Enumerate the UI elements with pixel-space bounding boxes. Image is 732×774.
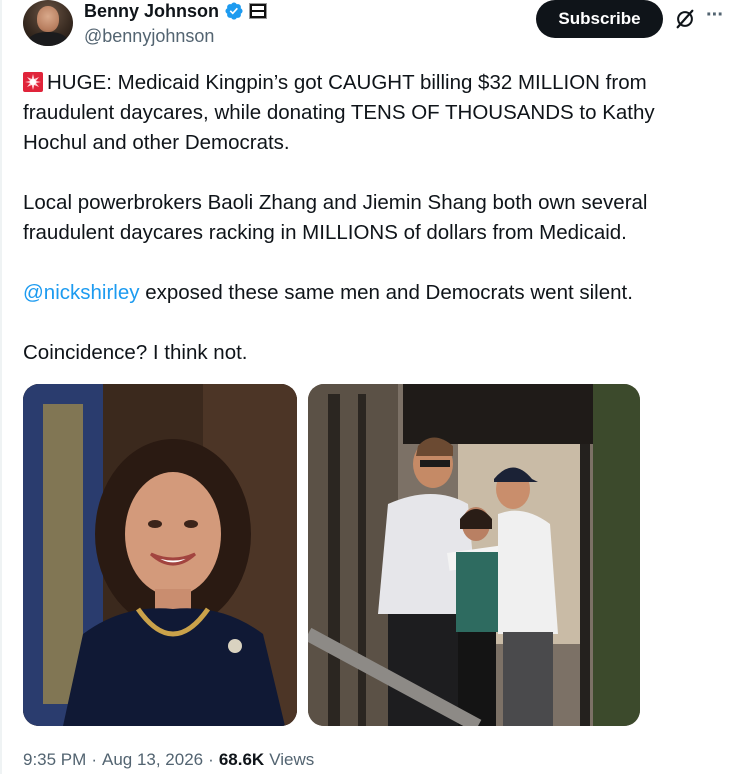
author-name[interactable]: Benny Johnson (84, 1, 219, 22)
affiliation-badge-icon[interactable] (249, 3, 268, 19)
media-photo-street-scene[interactable] (308, 384, 640, 726)
avatar-face (37, 6, 59, 32)
subscribe-button[interactable]: Subscribe (536, 0, 663, 38)
mention-link[interactable]: @nickshirley (23, 281, 140, 304)
views-label: Views (269, 750, 315, 769)
tweet-paragraph-3: @nickshirley exposed these same men and … (23, 278, 703, 308)
tweet-meta: 9:35 PM · Aug 13, 2026 · 68.6K Views (23, 750, 314, 770)
views-count: 68.6K (218, 750, 265, 769)
author-avatar[interactable] (23, 0, 73, 46)
portrait-illustration (23, 384, 297, 726)
verified-badge-icon[interactable] (224, 1, 244, 21)
meta-separator: · (91, 750, 97, 769)
tweet-time[interactable]: 9:35 PM (23, 750, 86, 770)
tweet-paragraph-1: HUGE: Medicaid Kingpin’s got CAUGHT bill… (23, 68, 703, 158)
author-name-row: Benny Johnson (84, 0, 268, 22)
street-scene-illustration (308, 384, 640, 726)
meta-separator: · (208, 750, 214, 769)
tweet-paragraph-1-text: HUGE: Medicaid Kingpin’s got CAUGHT bill… (23, 71, 655, 154)
media-photo-portrait[interactable] (23, 384, 297, 726)
tweet-text: HUGE: Medicaid Kingpin’s got CAUGHT bill… (23, 68, 703, 368)
tweet-paragraph-3-text: exposed these same men and Democrats wen… (139, 281, 633, 304)
timeline-border (0, 0, 2, 774)
tweet-paragraph-4: Coincidence? I think not. (23, 341, 248, 364)
rotating-light-icon (23, 72, 43, 92)
avatar-shirt (28, 32, 68, 46)
author-handle[interactable]: @bennyjohnson (84, 26, 214, 47)
tweet-date[interactable]: Aug 13, 2026 (102, 750, 203, 770)
tweet-paragraph-2: Local powerbrokers Baoli Zhang and Jiemi… (23, 191, 648, 244)
grok-icon[interactable] (674, 8, 696, 30)
more-options-icon[interactable]: ··· (706, 4, 724, 27)
